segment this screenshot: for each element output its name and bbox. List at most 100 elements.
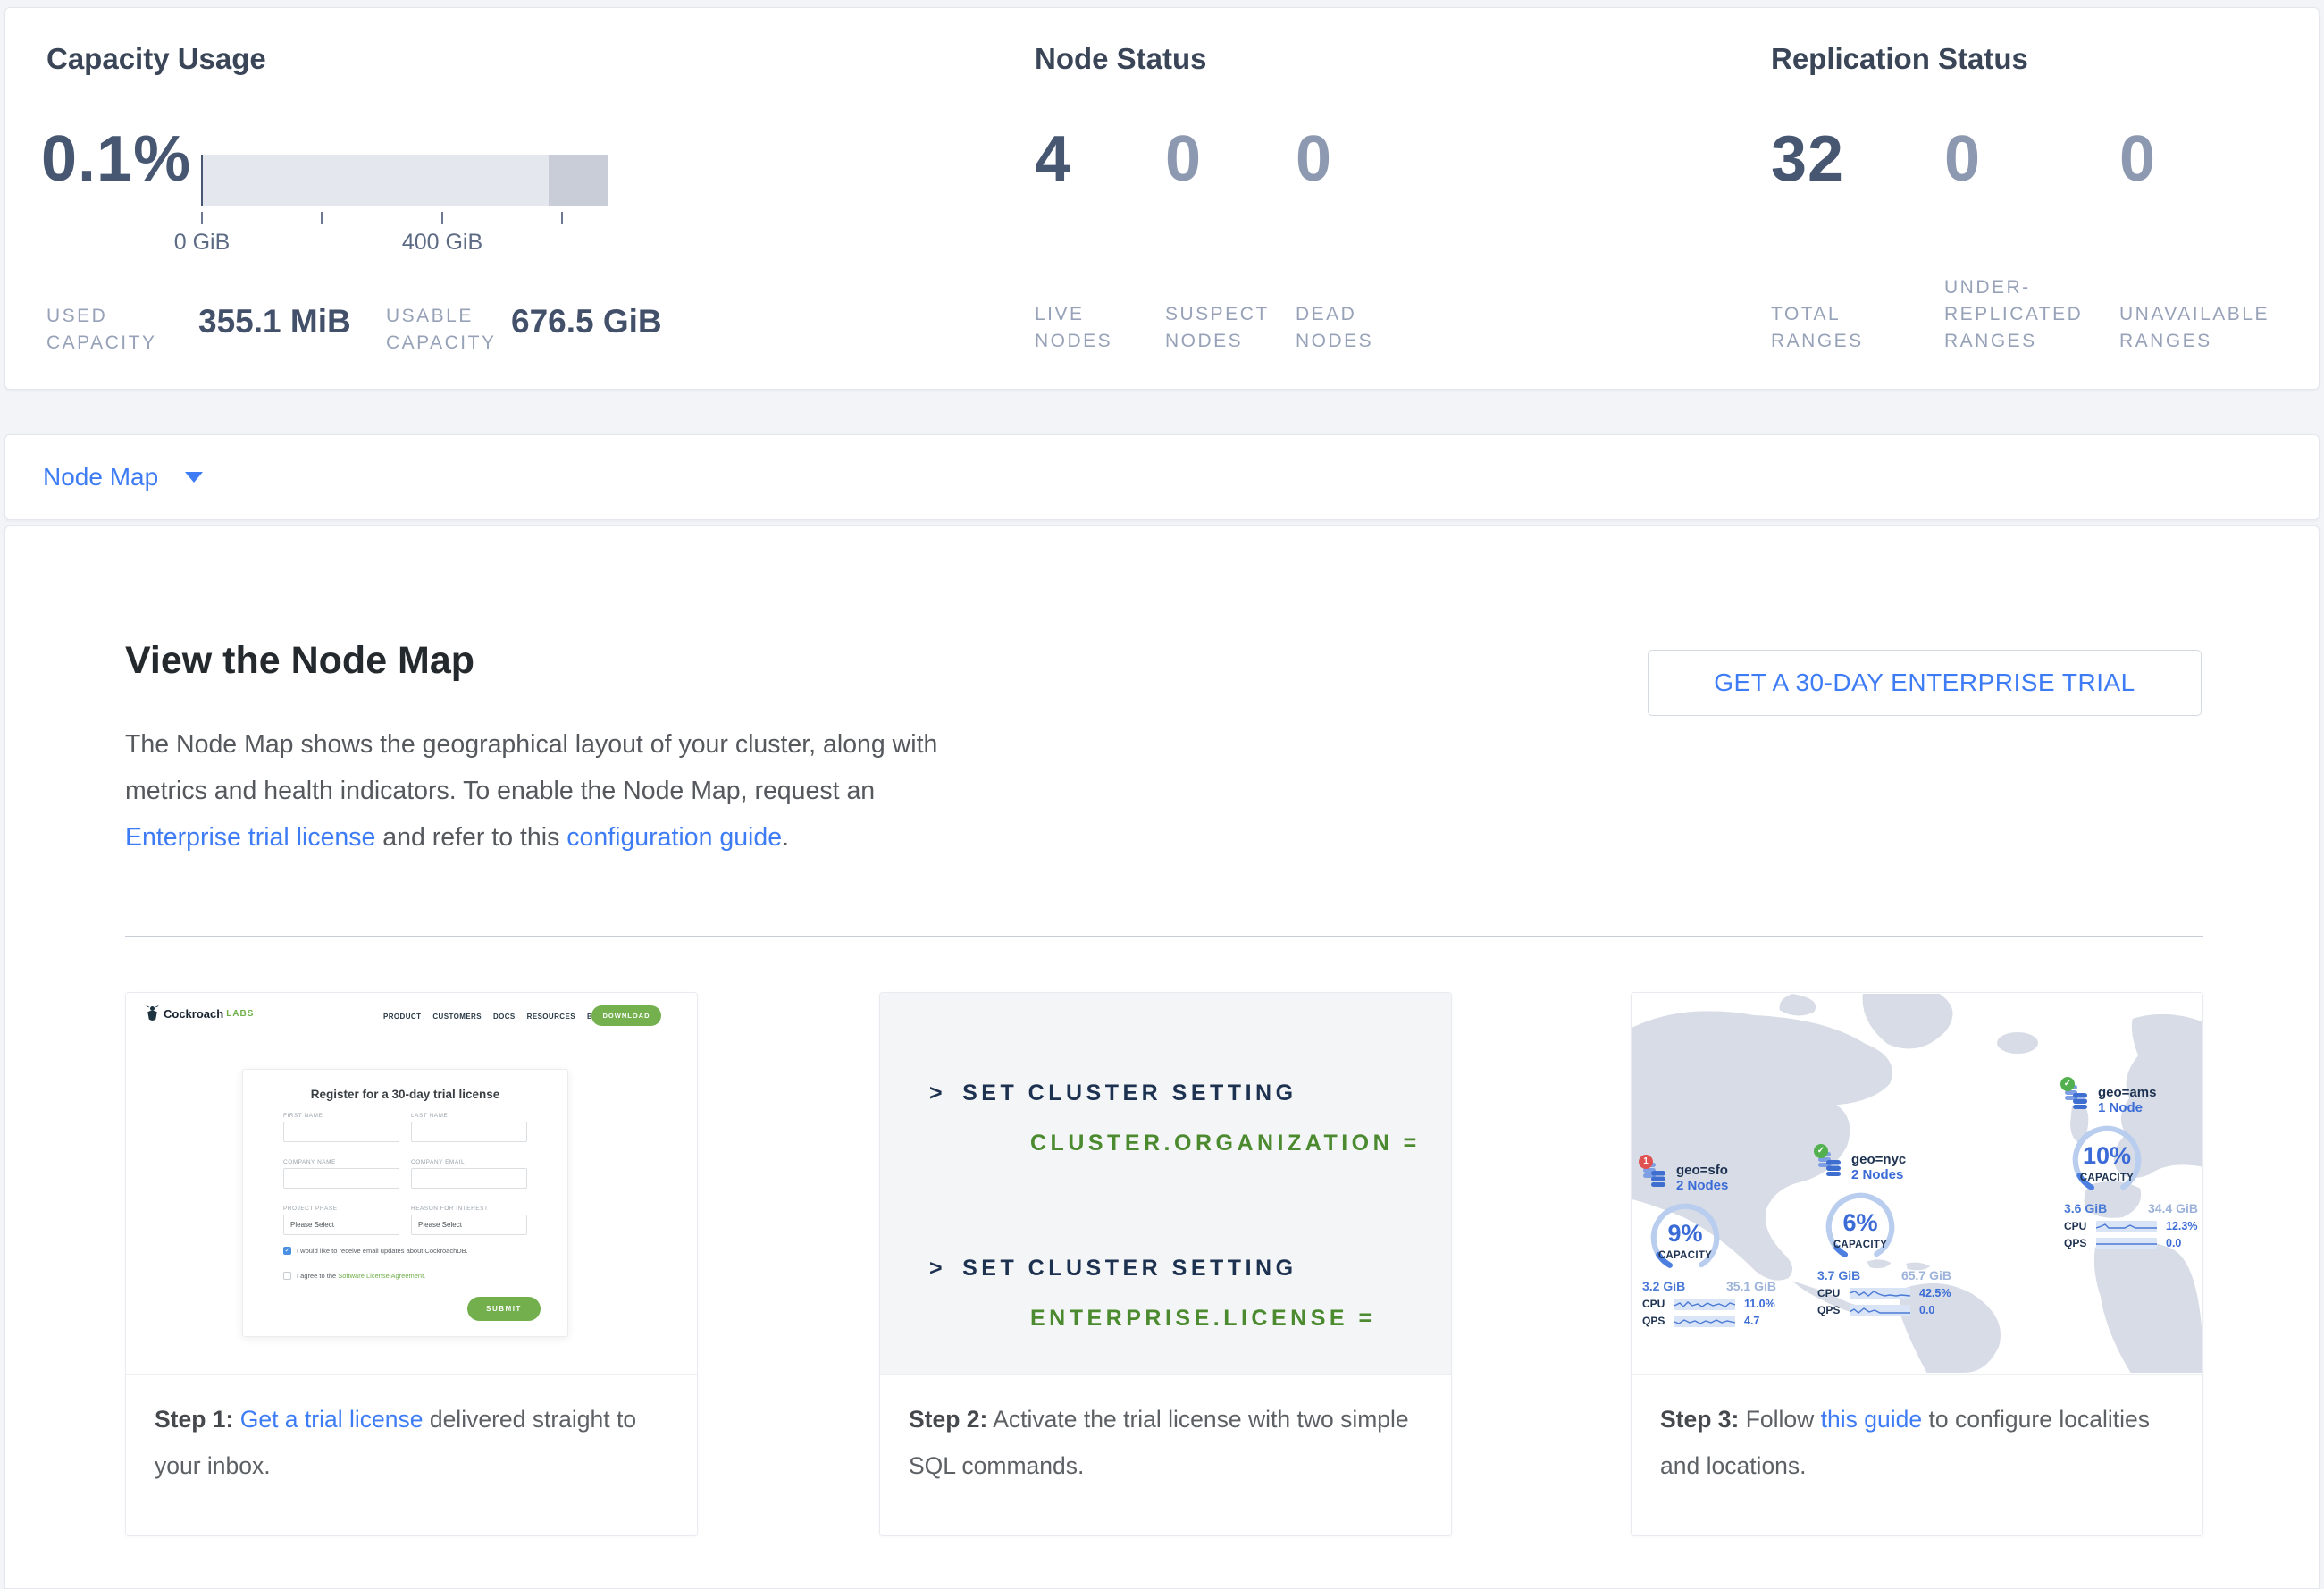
mini-nav-customers: CUSTOMERS xyxy=(432,1013,482,1021)
total-ranges-value: 32 xyxy=(1771,122,1844,196)
used-capacity-label: USED CAPACITY xyxy=(46,303,156,357)
register-form-thumbnail: Cockroach LABS PRODUCT CUSTOMERS DOCS RE… xyxy=(126,993,697,1374)
sql-command-line: >SET CLUSTER SETTING xyxy=(929,1256,1297,1282)
capacity-usage-title: Capacity Usage xyxy=(46,42,266,76)
usable-capacity-value: 676.5 GiB xyxy=(511,303,662,340)
capacity-axis-tick xyxy=(321,212,323,224)
under-replicated-ranges-label: UNDER- REPLICATED RANGES xyxy=(1944,274,2083,355)
cpu-metric-row: CPU 42.5% xyxy=(1817,1287,1969,1299)
node-status-title: Node Status xyxy=(1035,42,1207,76)
enterprise-trial-license-link[interactable]: Enterprise trial license xyxy=(125,823,375,852)
cpu-label: CPU xyxy=(1817,1287,1850,1299)
suspect-nodes-value: 0 xyxy=(1165,122,1202,196)
cpu-metric-row: CPU 11.0% xyxy=(1642,1298,1794,1310)
project-phase-label: PROJECT PHASE xyxy=(283,1206,338,1212)
sql-setting-organization: CLUSTER.ORGANIZATION = xyxy=(1030,1131,1421,1156)
cockroach-icon xyxy=(146,1005,159,1022)
cpu-sparkline xyxy=(1850,1288,1910,1299)
mini-site-nav: PRODUCT CUSTOMERS DOCS RESOURCES BLOG xyxy=(383,1013,609,1021)
capacity-caption: CAPACITY xyxy=(1817,1240,1903,1250)
cpu-value: 42.5% xyxy=(1919,1287,1951,1299)
location-node-count: 1 Node xyxy=(2098,1100,2156,1115)
dead-nodes-label: DEAD NODES xyxy=(1296,301,1373,355)
capacity-bar xyxy=(201,155,608,206)
node-map-info-panel: View the Node Map GET A 30-DAY ENTERPRIS… xyxy=(4,525,2320,1589)
replication-status-title: Replication Status xyxy=(1771,42,2028,76)
step2-card: >SET CLUSTER SETTING CLUSTER.ORGANIZATIO… xyxy=(879,992,1452,1536)
location-name: geo=ams xyxy=(2098,1085,2156,1100)
step1-card: Cockroach LABS PRODUCT CUSTOMERS DOCS RE… xyxy=(125,992,698,1536)
qps-value: 0.0 xyxy=(2166,1237,2181,1249)
mini-submit-button: SUBMIT xyxy=(467,1297,541,1321)
usable-capacity-label: USABLE CAPACITY xyxy=(386,303,496,357)
step1-prefix: Step 1: xyxy=(155,1406,233,1433)
cpu-metric-row: CPU 12.3% xyxy=(2064,1220,2202,1232)
capacity-gauge: 6% CAPACITY xyxy=(1817,1188,1903,1266)
cockroach-labs-logo: Cockroach LABS xyxy=(146,1005,254,1022)
capacity-bar-other-segment xyxy=(549,155,608,206)
brand-suffix: LABS xyxy=(226,1009,254,1019)
capacity-bar-used-segment xyxy=(201,155,203,206)
project-phase-select: Please Select xyxy=(283,1215,399,1235)
email-updates-text: I would like to receive email updates ab… xyxy=(297,1247,468,1255)
map-location-nyc: ✓ geo=nyc 2 Nodes xyxy=(1817,1152,1969,1316)
mini-nav-product: PRODUCT xyxy=(383,1013,421,1021)
company-name-label: COMPANY NAME xyxy=(283,1159,336,1165)
alert-badge: 1 xyxy=(1639,1155,1653,1169)
enterprise-trial-button[interactable]: GET A 30-DAY ENTERPRISE TRIAL xyxy=(1648,650,2202,716)
map-location-ams: ✓ geo=ams 1 Node xyxy=(2064,1085,2202,1249)
capacity-axis-tick xyxy=(561,212,563,224)
location-name: geo=nyc xyxy=(1851,1152,1906,1167)
configuration-guide-link[interactable]: configuration guide xyxy=(566,823,782,852)
node-map-description: The Node Map shows the geographical layo… xyxy=(125,721,983,861)
cpu-sparkline xyxy=(1674,1299,1735,1310)
node-map-selector-bar: Node Map xyxy=(4,434,2320,520)
step3-caption: Step 3: Follow this guide to configure l… xyxy=(1632,1374,2202,1535)
unavailable-ranges-label: UNAVAILABLE RANGES xyxy=(2119,301,2269,355)
chevron-down-icon[interactable] xyxy=(185,472,203,483)
license-agree-checkbox-row: I agree to the Software License Agreemen… xyxy=(283,1272,425,1280)
mini-download-button: DOWNLOAD xyxy=(591,1005,661,1026)
capacity-caption: CAPACITY xyxy=(1642,1250,1728,1261)
sql-commands-thumbnail: >SET CLUSTER SETTING CLUSTER.ORGANIZATIO… xyxy=(880,993,1451,1374)
under-replicated-ranges-value: 0 xyxy=(1944,122,1981,196)
qps-sparkline xyxy=(2096,1238,2157,1249)
description-text: . xyxy=(782,823,789,852)
qps-metric-row: QPS 0.0 xyxy=(2064,1237,2202,1249)
qps-value: 4.7 xyxy=(1744,1315,1759,1327)
live-nodes-label: LIVE NODES xyxy=(1035,301,1112,355)
capacity-usage-percent: 0.1% xyxy=(41,122,191,196)
company-name-field xyxy=(283,1168,399,1189)
cpu-sparkline xyxy=(2096,1221,2157,1232)
capacity-gauge: 9% CAPACITY xyxy=(1642,1198,1728,1277)
mini-nav-resources: RESOURCES xyxy=(527,1013,575,1021)
section-divider xyxy=(125,936,2203,937)
node-map-dropdown[interactable]: Node Map xyxy=(43,463,158,492)
map-location-sfo: 1 geo=sfo 2 Nodes xyxy=(1642,1163,1794,1327)
step3-card: 1 geo=sfo 2 Nodes xyxy=(1631,992,2203,1536)
this-guide-link[interactable]: this guide xyxy=(1821,1406,1922,1433)
trial-license-form: Register for a 30-day trial license FIRS… xyxy=(242,1069,568,1337)
healthy-badge: ✓ xyxy=(2060,1077,2075,1091)
qps-label: QPS xyxy=(1642,1315,1674,1327)
capacity-total: 35.1 GiB xyxy=(1726,1279,1776,1293)
last-name-label: LAST NAME xyxy=(411,1113,448,1119)
reason-for-interest-select: Please Select xyxy=(411,1215,527,1235)
checked-checkbox-icon: ✓ xyxy=(283,1247,291,1255)
form-title: Register for a 30-day trial license xyxy=(243,1088,567,1101)
qps-sparkline xyxy=(1850,1305,1910,1316)
last-name-field xyxy=(411,1122,527,1142)
live-nodes-value: 4 xyxy=(1035,122,1071,196)
location-node-count: 2 Nodes xyxy=(1851,1167,1906,1182)
cluster-summary-panel: Capacity Usage 0.1% 0 GiB 400 GiB USED C… xyxy=(4,7,2320,390)
step2-caption: Step 2: Activate the trial license with … xyxy=(880,1374,1451,1535)
location-node-count: 2 Nodes xyxy=(1676,1178,1728,1193)
step3-prefix: Step 3: xyxy=(1660,1406,1739,1433)
software-license-link: Software License Agreement. xyxy=(338,1272,425,1280)
capacity-used: 3.6 GiB xyxy=(2064,1201,2107,1215)
suspect-nodes-label: SUSPECT NODES xyxy=(1165,301,1270,355)
company-email-label: COMPANY EMAIL xyxy=(411,1159,465,1165)
description-text: and refer to this xyxy=(375,823,566,852)
capacity-axis-label-400: 400 GiB xyxy=(371,230,514,256)
get-trial-license-link[interactable]: Get a trial license xyxy=(240,1406,424,1433)
